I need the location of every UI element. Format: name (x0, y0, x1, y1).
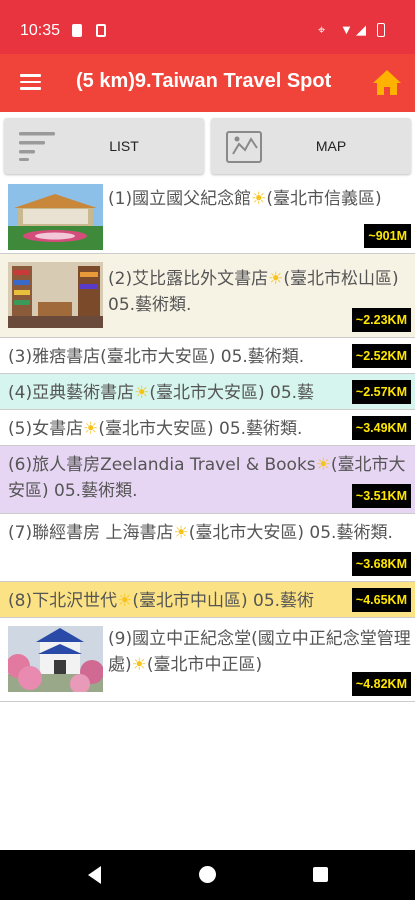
item-name: (4)亞典藝術書店 (8, 383, 135, 403)
sun-icon: ☀ (83, 419, 99, 439)
home-nav-icon[interactable] (199, 866, 216, 883)
item-region: (臺北市大安區) 05.藝術類. (188, 523, 393, 543)
status-bar: 10:35 ⌖ ▼ ◢ (0, 0, 415, 54)
map-label: MAP (315, 138, 347, 154)
distance-badge: ~901M (364, 224, 411, 248)
list-item[interactable]: (7)聯經書房 上海書店☀(臺北市大安區) 05.藝術類. ~3.68KM (0, 514, 415, 582)
list-button[interactable]: LIST (4, 118, 204, 174)
status-time: 10:35 (20, 22, 61, 39)
distance-badge: ~3.68KM (351, 552, 411, 576)
item-name: (6)旅人書房Zeelandia Travel & Books (8, 455, 316, 475)
chiang-kai-shek-memorial-photo (8, 626, 103, 692)
sun-icon: ☀ (173, 523, 189, 543)
wifi-icon: ▼ (340, 22, 353, 37)
back-icon[interactable] (88, 866, 101, 884)
bookstore-photo (8, 262, 103, 328)
battery-icon (377, 23, 385, 37)
item-name: (1)國立國父紀念館 (108, 189, 252, 209)
sun-icon: ☀ (268, 269, 284, 289)
list-item[interactable]: (3)雅痞書店(臺北市大安區) 05.藝術類. ~2.52KM (0, 338, 415, 374)
sun-icon: ☀ (131, 655, 147, 675)
notification-icon (96, 24, 106, 37)
list-item[interactable]: (8)下北沢世代☀(臺北市中山區) 05.藝術 ~4.65KM (0, 582, 415, 618)
distance-badge: ~2.57KM (351, 380, 411, 404)
item-name: (7)聯經書房 上海書店 (8, 523, 174, 543)
list-item[interactable]: (1)國立國父紀念館☀(臺北市信義區) ~901M (0, 180, 415, 254)
sun-icon: ☀ (117, 591, 133, 611)
system-nav-bar (0, 850, 415, 900)
list-item[interactable]: (5)女書店☀(臺北市大安區) 05.藝術類. ~3.49KM (0, 410, 415, 446)
distance-badge: ~4.65KM (351, 588, 411, 612)
list-item[interactable]: (2)艾比露比外文書店☀(臺北市松山區) 05.藝術類. ~2.23KM (0, 254, 415, 338)
item-name: (2)艾比露比外文書店 (108, 269, 269, 289)
distance-badge: ~3.49KM (351, 416, 411, 440)
sun-icon: ☀ (134, 383, 150, 403)
item-region: (臺北市大安區) 05.藝 (149, 383, 315, 403)
sun-icon: ☀ (251, 189, 267, 209)
home-icon[interactable] (372, 68, 402, 96)
item-region: (臺北市中正區) (146, 655, 263, 675)
item-region: (臺北市信義區) (266, 189, 382, 209)
distance-badge: ~2.23KM (351, 308, 411, 332)
distance-badge: ~4.82KM (351, 672, 411, 696)
sim-icon (72, 24, 82, 37)
menu-icon[interactable] (20, 74, 41, 90)
list-item[interactable]: (4)亞典藝術書店☀(臺北市大安區) 05.藝 ~2.57KM (0, 374, 415, 410)
list-item[interactable]: (6)旅人書房Zeelandia Travel & Books☀(臺北市大安區)… (0, 446, 415, 514)
recents-icon[interactable] (313, 867, 328, 882)
item-region: (臺北市中山區) 05.藝術 (132, 591, 315, 611)
item-name: (5)女書店 (8, 419, 84, 439)
item-name: (3)雅痞書店(臺北市大安區) 05.藝術類. (8, 347, 305, 367)
app-title: (5 km)9.Taiwan Travel Spot (76, 70, 332, 92)
list-label: LIST (109, 138, 139, 154)
map-button[interactable]: MAP (211, 118, 411, 174)
distance-badge: ~3.51KM (351, 484, 411, 508)
sun-icon: ☀ (315, 455, 331, 475)
app-bar: (5 km)9.Taiwan Travel Spot (0, 54, 415, 112)
memorial-hall-photo (8, 184, 103, 250)
list-item[interactable]: (9)國立中正紀念堂(國立中正紀念堂管理處)☀(臺北市中正區) ~4.82KM (0, 618, 415, 702)
view-switcher: LIST MAP (0, 112, 415, 180)
distance-badge: ~2.52KM (351, 344, 411, 368)
location-icon: ⌖ (318, 22, 326, 37)
item-region: (臺北市大安區) 05.藝術類. (98, 419, 303, 439)
item-name: (8)下北沢世代 (8, 591, 118, 611)
signal-icon: ◢ (356, 22, 366, 37)
spot-list: (1)國立國父紀念館☀(臺北市信義區) ~901M (2)艾比露比外文書店☀(臺… (0, 180, 415, 702)
